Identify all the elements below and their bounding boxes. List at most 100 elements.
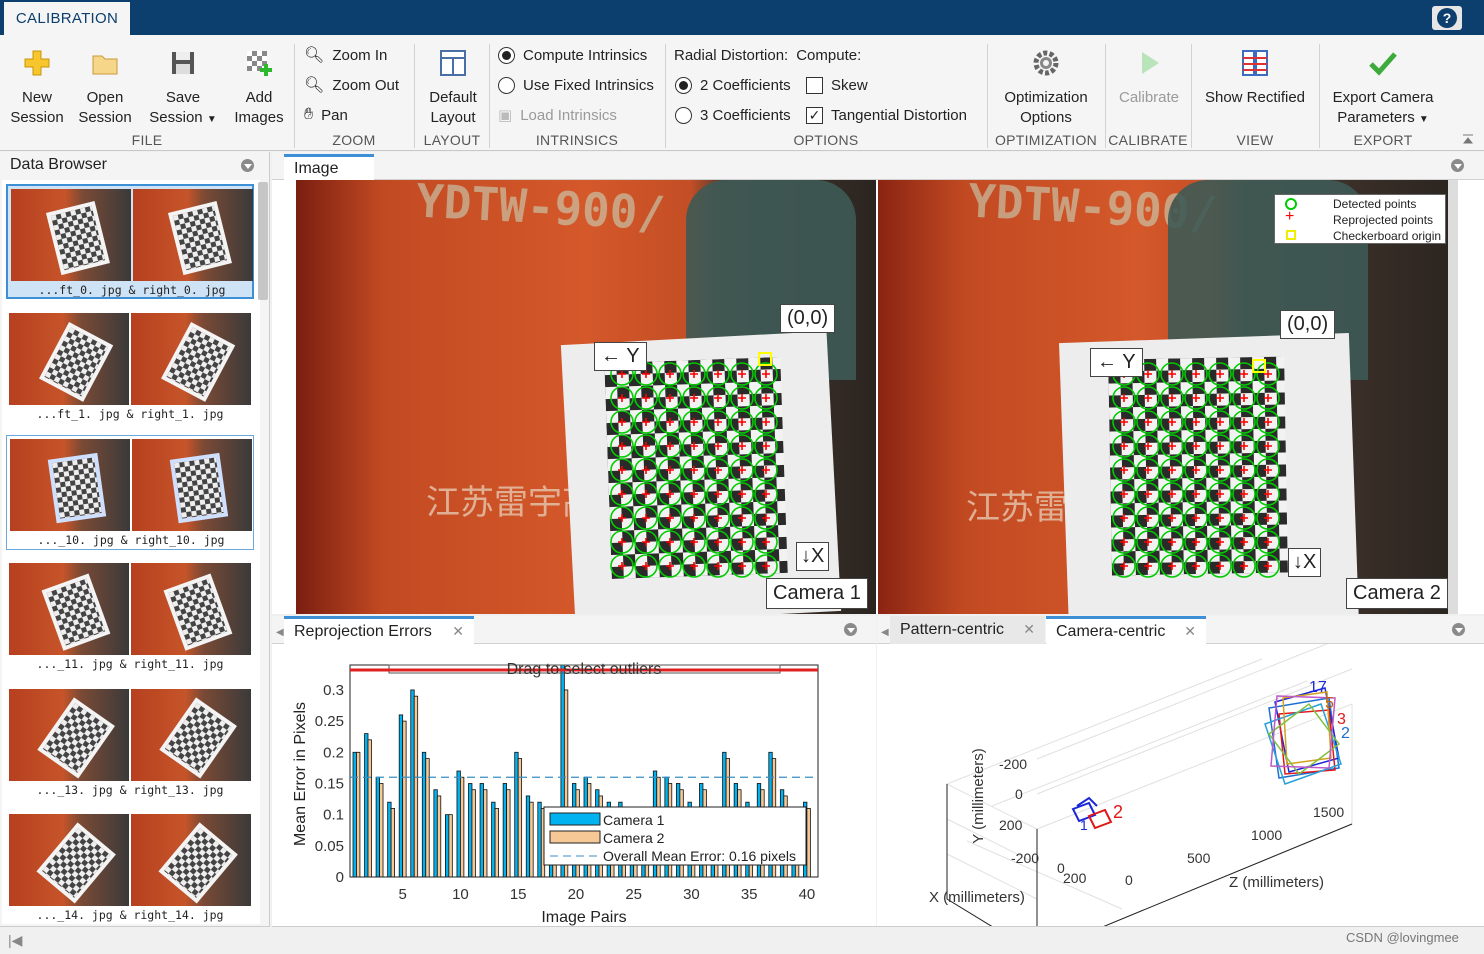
bar-camera2[interactable]: [390, 808, 395, 878]
bar-camera2[interactable]: [471, 789, 476, 878]
thumbnail-item[interactable]: ...ft_1. jpg & right_1. jpg: [6, 310, 254, 425]
thumbnail-item[interactable]: ..._11. jpg & right_11. jpg: [6, 560, 254, 675]
bar-camera2[interactable]: [483, 789, 488, 878]
bar-camera2[interactable]: [806, 808, 811, 878]
compute-intrinsics-radio[interactable]: Compute Intrinsics: [498, 43, 647, 67]
camera1-image[interactable]: YDTW-900/ 江苏雷宇高电 (0,0) ← Y ↓X Camera 1: [296, 180, 876, 614]
tab-reprojection-errors[interactable]: Reprojection Errors ✕: [284, 616, 474, 644]
new-session-button[interactable]: New Session: [6, 48, 68, 128]
bar-camera2[interactable]: [529, 801, 534, 878]
bar-camera2[interactable]: [356, 751, 361, 878]
close-icon[interactable]: ✕: [452, 623, 464, 640]
camera1-marker: 1: [1080, 817, 1088, 833]
tab-pattern-label: Pattern-centric: [900, 621, 1005, 638]
add-images-icon: [247, 51, 272, 76]
bar-camera2[interactable]: [367, 739, 372, 878]
bar-camera1[interactable]: [491, 801, 496, 878]
thumbnail-item[interactable]: ...ft_0. jpg & right_0. jpg: [6, 184, 254, 299]
help-button[interactable]: ?: [1432, 6, 1462, 30]
optimization-options-button[interactable]: Optimization Options: [994, 48, 1098, 128]
bar-camera1[interactable]: [433, 789, 438, 878]
collapse-toolstrip-icon[interactable]: [1461, 132, 1475, 146]
bar-camera2[interactable]: [494, 808, 499, 878]
reprojected-point: [666, 394, 674, 402]
two-coefficients-radio[interactable]: 2 Coefficients: [675, 73, 791, 97]
bar-camera1[interactable]: [456, 770, 461, 878]
reprojected-point: [1120, 466, 1128, 474]
bar-camera2[interactable]: [413, 695, 419, 878]
reprojected-point: [762, 538, 770, 546]
reprojected-point: [762, 442, 770, 450]
bar-camera1[interactable]: [525, 795, 531, 878]
panel-menu-icon[interactable]: [241, 159, 254, 172]
load-intrinsics-button[interactable]: ▣ Load Intrinsics: [498, 103, 617, 127]
bar-camera1[interactable]: [468, 783, 473, 878]
thumbnail-item[interactable]: ..._10. jpg & right_10. jpg: [6, 435, 254, 550]
bar-camera1[interactable]: [398, 714, 404, 878]
go-first-icon[interactable]: |◀: [8, 932, 22, 949]
show-rectified-button[interactable]: Show Rectified: [1196, 48, 1314, 108]
y-axis-label: ← Y: [594, 342, 647, 371]
open-session-button[interactable]: Open Session: [74, 48, 136, 128]
close-icon[interactable]: ✕: [1023, 621, 1035, 639]
tab-camera-centric[interactable]: Camera-centric ✕: [1046, 616, 1206, 644]
bar-camera1[interactable]: [421, 751, 427, 878]
tab-pattern-centric[interactable]: Pattern-centric ✕: [890, 616, 1045, 644]
bar-camera1[interactable]: [514, 751, 519, 878]
bar-camera2[interactable]: [402, 720, 407, 878]
export-camera-parameters-button[interactable]: Export Camera Parameters ▼: [1324, 48, 1442, 130]
tangential-checkbox[interactable]: ✓ Tangential Distortion: [806, 103, 967, 127]
calibrate-button[interactable]: Calibrate: [1110, 48, 1188, 108]
tab-calibration[interactable]: CALIBRATION: [4, 2, 130, 35]
bar-camera2[interactable]: [436, 795, 442, 878]
panel-menu-icon[interactable]: [844, 623, 857, 636]
camera1-label: Camera 1: [766, 578, 868, 609]
panel-menu-icon[interactable]: [1452, 623, 1465, 636]
panel-menu-icon[interactable]: [1451, 159, 1464, 172]
bar-camera2[interactable]: [517, 758, 523, 878]
reprojected-point: [762, 394, 770, 402]
extrinsics-3d-plot[interactable]: -200 0 200 -200 0 200 0 500 1000 1500 Y …: [877, 644, 1484, 926]
bar-camera1[interactable]: [479, 783, 484, 878]
default-layout-button[interactable]: Default Layout: [420, 48, 486, 128]
zoom-out-button[interactable]: 🔍︎ Zoom Out: [304, 73, 399, 97]
bar-camera1[interactable]: [387, 801, 392, 878]
bar-camera2[interactable]: [506, 789, 511, 878]
thumbnail-item[interactable]: ..._14. jpg & right_14. jpg: [6, 811, 254, 926]
bar-camera1[interactable]: [364, 733, 369, 878]
x-axis-label: ↓X: [1288, 548, 1322, 577]
reprojected-point: [1144, 538, 1152, 546]
camera2-image[interactable]: YDTW-900/ 江苏雷宇 (0,0) ← Y ↓X Camera 2 Det…: [878, 180, 1458, 614]
load-intrinsics-label: Load Intrinsics: [520, 106, 617, 124]
bar-camera2[interactable]: [460, 776, 465, 878]
reprojected-point: [1216, 562, 1224, 570]
bar-camera2[interactable]: [425, 758, 430, 878]
add-images-button[interactable]: Add Images: [228, 48, 290, 128]
bar-camera2[interactable]: [448, 814, 453, 878]
bar-camera1[interactable]: [502, 783, 508, 878]
scrollbar-thumb[interactable]: [258, 182, 268, 300]
bar-camera1[interactable]: [444, 814, 450, 878]
z-tick: 500: [1187, 850, 1211, 866]
bar-camera2[interactable]: [379, 783, 384, 878]
three-coefficients-radio[interactable]: 3 Coefficients: [675, 103, 791, 127]
pan-button[interactable]: ✋︎ Pan: [304, 103, 348, 127]
fixed-intrinsics-radio[interactable]: Use Fixed Intrinsics: [498, 73, 654, 97]
bar-camera1[interactable]: [537, 801, 542, 878]
dock-icon[interactable]: ◀: [881, 627, 889, 638]
image-scrollbar[interactable]: [1448, 180, 1458, 614]
reprojection-chart[interactable]: Mean Error in Pixels Image Pairs 0 0.05 0.…: [272, 644, 876, 926]
save-session-button[interactable]: Save Session ▼: [144, 48, 222, 130]
close-icon[interactable]: ✕: [1184, 623, 1196, 640]
thumbnail-item[interactable]: ..._13. jpg & right_13. jpg: [6, 686, 254, 801]
bar-camera1[interactable]: [410, 689, 415, 878]
zoom-in-button[interactable]: 🔍︎ Zoom In: [304, 43, 387, 67]
group-options-label: OPTIONS: [793, 132, 859, 148]
bar-camera1[interactable]: [352, 751, 357, 878]
dock-icon[interactable]: ◀: [276, 627, 284, 638]
reprojected-point: [1264, 394, 1272, 402]
tab-image[interactable]: Image: [284, 154, 374, 181]
reprojected-point: [666, 490, 674, 498]
bar-camera1[interactable]: [375, 776, 380, 878]
skew-checkbox[interactable]: Skew: [806, 73, 868, 97]
